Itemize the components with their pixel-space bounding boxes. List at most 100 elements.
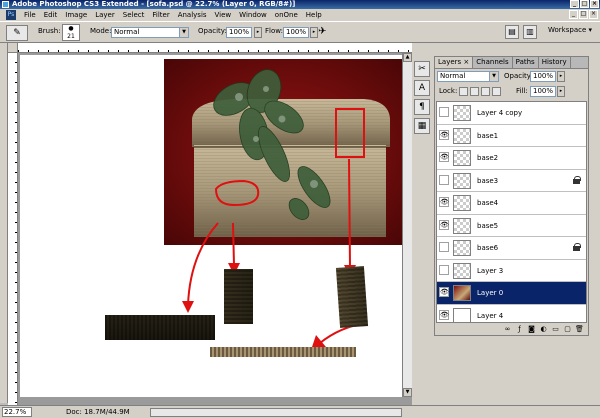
layer-name[interactable]: Layer 4 copy — [477, 102, 522, 124]
canvas[interactable] — [20, 55, 404, 397]
new-group-icon[interactable]: ▭ — [551, 325, 560, 334]
layer-thumbnail[interactable] — [453, 285, 471, 301]
layer-name[interactable]: base2 — [477, 147, 498, 169]
layer-thumbnail[interactable] — [453, 307, 471, 322]
visibility-eye-icon[interactable] — [439, 107, 449, 117]
visibility-eye-icon[interactable]: 👁 — [439, 219, 449, 230]
menu-view[interactable]: View — [211, 9, 236, 21]
menu-onone[interactable]: onOne — [271, 9, 302, 21]
tab-history[interactable]: History — [539, 57, 571, 68]
layer-style-icon[interactable]: ƒ — [515, 325, 524, 334]
layer-name[interactable]: Layer 3 — [477, 260, 503, 282]
opacity-input[interactable]: 100% — [226, 27, 252, 38]
layer-comps-icon[interactable]: ▦ — [414, 118, 430, 134]
lock-all-icon[interactable] — [492, 87, 501, 96]
visibility-eye-icon[interactable]: 👁 — [439, 152, 449, 162]
paragraph-icon[interactable]: ¶ — [414, 99, 430, 115]
tool-preset-brush-icon[interactable]: ✎ — [6, 25, 28, 41]
menu-select[interactable]: Select — [119, 9, 149, 21]
layer-opacity-slider-button[interactable]: ▸ — [557, 71, 565, 82]
layer-name[interactable]: base3 — [477, 170, 498, 192]
menu-layer[interactable]: Layer — [91, 9, 119, 21]
vertical-ruler[interactable] — [8, 53, 18, 405]
mode-select[interactable]: Normal ▼ — [111, 27, 189, 38]
brushes-palette-icon[interactable]: ▤ — [505, 25, 519, 39]
menu-edit[interactable]: Edit — [40, 9, 62, 21]
layer-name[interactable]: Layer 4 — [477, 305, 503, 323]
maximize-button[interactable]: □ — [580, 0, 589, 8]
layer-name[interactable]: base5 — [477, 215, 498, 237]
menu-window[interactable]: Window — [235, 9, 271, 21]
tab-layers[interactable]: Layers × — [435, 57, 474, 68]
workspace-menu[interactable]: Workspace ▾ — [548, 26, 592, 34]
visibility-eye-icon[interactable] — [439, 174, 449, 185]
flow-input[interactable]: 100% — [283, 27, 309, 38]
blend-mode-select[interactable]: Normal ▼ — [437, 71, 499, 82]
layer-row[interactable]: base3 — [437, 169, 586, 192]
layer-thumbnail[interactable] — [453, 195, 471, 211]
doc-minimize-button[interactable]: _ — [569, 10, 578, 19]
minimize-button[interactable]: _ — [570, 0, 579, 8]
opacity-slider-button[interactable]: ▸ — [254, 27, 262, 38]
menu-help[interactable]: Help — [302, 9, 326, 21]
link-layers-icon[interactable]: ∞ — [503, 325, 512, 334]
ruler-origin[interactable] — [8, 43, 18, 53]
scroll-down-arrow-icon[interactable]: ▼ — [403, 388, 412, 397]
tool-presets-icon[interactable]: ▥ — [523, 25, 537, 39]
scroll-up-arrow-icon[interactable]: ▲ — [403, 53, 412, 62]
airbrush-icon[interactable]: ✈ — [318, 26, 326, 37]
layer-name[interactable]: base4 — [477, 192, 498, 214]
vertical-scrollbar[interactable]: ▲ ▼ — [402, 53, 412, 397]
layer-name[interactable]: base6 — [477, 237, 498, 259]
menu-image[interactable]: Image — [61, 9, 91, 21]
close-button[interactable]: × — [590, 0, 599, 8]
layer-row[interactable]: 👁 base1 — [437, 124, 586, 147]
layer-name[interactable]: Layer 0 — [477, 282, 503, 304]
layer-thumbnail[interactable] — [453, 240, 471, 256]
layer-thumbnail[interactable] — [453, 127, 471, 144]
lock-image-icon[interactable] — [470, 87, 479, 96]
trash-icon[interactable]: 🗑 — [575, 325, 584, 334]
brush-preset-picker[interactable]: ● 21 — [62, 24, 80, 41]
fill-input[interactable]: 100% — [530, 86, 556, 97]
adjustment-layer-icon[interactable]: ◐ — [539, 325, 548, 334]
fill-slider-button[interactable]: ▸ — [557, 86, 565, 97]
layer-name[interactable]: base1 — [477, 125, 498, 147]
layer-opacity-input[interactable]: 100% — [530, 71, 556, 82]
zoom-field[interactable]: 22.7% — [2, 407, 32, 417]
layer-mask-icon[interactable]: ◙ — [527, 325, 536, 334]
layer-row[interactable]: 👁 base4 — [437, 192, 586, 215]
visibility-eye-icon[interactable]: 👁 — [439, 197, 449, 207]
tab-paths[interactable]: Paths — [513, 57, 539, 68]
layer-row[interactable]: Layer 3 — [437, 259, 586, 282]
flow-slider-button[interactable]: ▸ — [310, 27, 318, 38]
layer-thumbnail[interactable] — [453, 262, 471, 279]
tab-channels[interactable]: Channels — [473, 57, 513, 68]
layer-thumbnail[interactable] — [453, 150, 471, 166]
layer-thumbnail[interactable] — [453, 217, 471, 234]
new-layer-icon[interactable]: ▢ — [563, 325, 572, 334]
layer-row[interactable]: Layer 4 copy — [437, 102, 586, 125]
layer-row[interactable]: 👁 base2 — [437, 147, 586, 170]
layer-row[interactable]: base6 — [437, 237, 586, 260]
visibility-eye-icon[interactable] — [439, 264, 449, 275]
menu-filter[interactable]: Filter — [148, 9, 173, 21]
visibility-eye-icon[interactable] — [439, 242, 449, 252]
navigator-icon[interactable]: ✂ — [414, 61, 430, 77]
layer-row[interactable]: 👁 Layer 0 — [437, 282, 586, 305]
doc-close-button[interactable]: × — [589, 10, 598, 19]
horizontal-ruler[interactable] — [18, 43, 412, 53]
document-info[interactable]: Doc: 18.7M/44.9M — [66, 406, 130, 418]
visibility-eye-icon[interactable]: 👁 — [439, 309, 449, 320]
lock-transparency-icon[interactable] — [459, 87, 468, 96]
lock-position-icon[interactable] — [481, 87, 490, 96]
layer-thumbnail[interactable] — [453, 105, 471, 121]
doc-maximize-button[interactable]: □ — [579, 10, 588, 19]
horizontal-scrollbar[interactable] — [150, 408, 402, 417]
visibility-eye-icon[interactable]: 👁 — [439, 129, 449, 140]
menu-file[interactable]: File — [20, 9, 40, 21]
layer-row[interactable]: 👁 Layer 4 — [437, 304, 586, 323]
menu-analysis[interactable]: Analysis — [174, 9, 211, 21]
layer-thumbnail[interactable] — [453, 172, 471, 189]
layer-row[interactable]: 👁 base5 — [437, 214, 586, 237]
